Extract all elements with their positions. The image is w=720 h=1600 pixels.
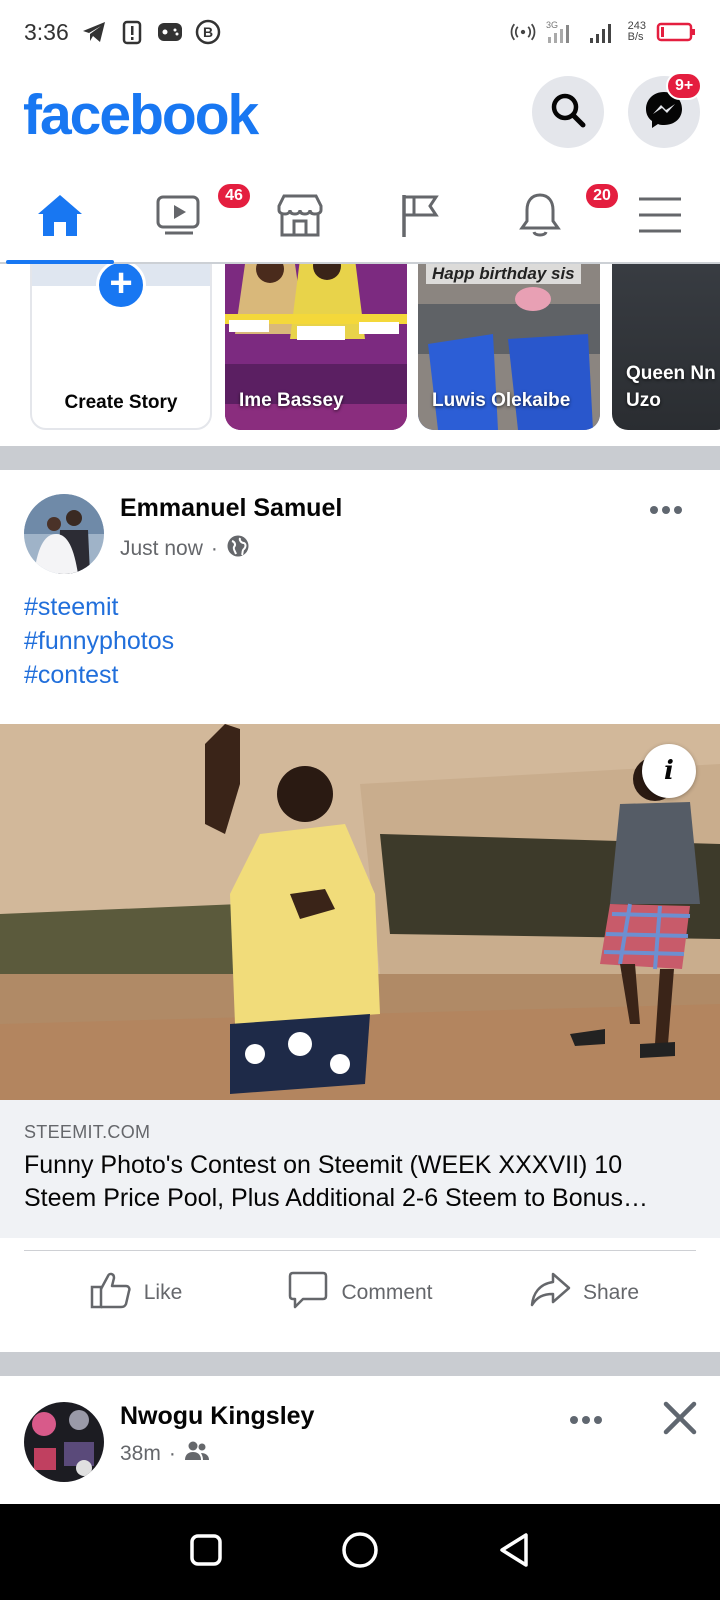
home-button[interactable] — [340, 1530, 380, 1575]
more-dot-icon — [594, 1416, 602, 1424]
like-button[interactable]: Like — [24, 1251, 248, 1334]
share-label: Share — [582, 1280, 640, 1304]
messenger-button[interactable]: 9+ — [628, 72, 703, 148]
create-story-label: Create Story — [64, 392, 178, 413]
facebook-logo[interactable]: facebook — [23, 82, 259, 148]
status-time: 3:36 — [24, 18, 69, 45]
story-card[interactable]: Ime Bassey — [225, 264, 407, 430]
tab-watch[interactable]: 46 — [120, 172, 252, 262]
bell-icon — [517, 191, 563, 244]
plus-icon: + — [96, 264, 146, 310]
feed-divider — [0, 446, 720, 470]
status-bar: 3:36 B 3G 243 B/s — [0, 0, 720, 64]
more-dot-icon — [662, 506, 670, 514]
battery-low-icon — [656, 19, 696, 45]
back-button[interactable] — [496, 1530, 532, 1575]
group-icon — [184, 1440, 210, 1468]
alert-icon — [119, 19, 145, 45]
tab-pages[interactable] — [360, 172, 480, 262]
signal-icon — [588, 19, 618, 45]
post-author-name[interactable]: Nwogu Kingsley — [120, 1402, 314, 1431]
thumbs-up-icon — [90, 1270, 132, 1316]
info-icon: i — [664, 756, 674, 786]
hotspot-icon — [510, 19, 536, 45]
like-label: Like — [143, 1280, 183, 1304]
tab-menu[interactable] — [600, 172, 720, 262]
comment-label: Comment — [341, 1280, 433, 1304]
stories-carousel: + Create Story Ime Bassey Happ birthday … — [0, 264, 720, 446]
more-dot-icon — [570, 1416, 578, 1424]
post-meta: 38m · — [120, 1440, 210, 1468]
hashtag-link[interactable]: #steemit — [24, 590, 174, 624]
shop-icon — [275, 192, 325, 243]
post-hashtags: #steemit #funnyphotos #contest — [24, 590, 174, 692]
link-preview-image[interactable]: i — [0, 724, 720, 1100]
hamburger-menu-icon — [637, 195, 683, 240]
network-speed: 243 B/s — [627, 20, 646, 43]
post-actions: Like Comment Share — [24, 1250, 696, 1334]
nav-tabs: 46 20 — [0, 172, 720, 264]
circle-icon — [342, 1531, 378, 1568]
create-story-card[interactable]: + Create Story — [30, 264, 212, 430]
more-dot-icon — [582, 1416, 590, 1424]
messenger-badge: 9+ — [666, 72, 703, 100]
hashtag-link[interactable]: #contest — [24, 658, 174, 692]
signal-3g-icon: 3G — [546, 19, 578, 45]
recents-button[interactable] — [188, 1532, 224, 1573]
comment-button[interactable]: Comment — [248, 1251, 472, 1334]
tab-marketplace[interactable] — [240, 172, 360, 262]
info-button[interactable]: i — [642, 744, 696, 798]
square-icon — [190, 1533, 222, 1566]
avatar[interactable] — [24, 1402, 104, 1482]
telegram-icon — [81, 19, 107, 45]
meta-separator: · — [210, 537, 218, 560]
story-card[interactable]: Queen Nn Uzo — [612, 264, 720, 430]
video-icon — [155, 193, 205, 242]
svg-text:B: B — [203, 24, 213, 40]
tab-home[interactable] — [0, 172, 120, 264]
share-icon — [529, 1270, 571, 1316]
post-meta: Just now · — [120, 534, 250, 564]
search-button[interactable] — [532, 76, 604, 148]
share-button[interactable]: Share — [472, 1251, 696, 1334]
globe-icon — [226, 534, 250, 564]
tab-notifications[interactable]: 20 — [480, 172, 620, 262]
post-timestamp[interactable]: 38m — [120, 1442, 161, 1466]
post-timestamp[interactable]: Just now — [120, 537, 203, 561]
more-dot-icon — [674, 506, 682, 514]
b-circle-icon: B — [195, 19, 221, 45]
post-options-button[interactable] — [650, 506, 682, 514]
post-author-name[interactable]: Emmanuel Samuel — [120, 494, 342, 523]
link-title: Funny Photo's Contest on Steemit (WEEK X… — [24, 1151, 648, 1212]
story-card[interactable]: Happ birthday sis Luwis Olekaibe — [418, 264, 600, 430]
feed-divider — [0, 1352, 720, 1376]
link-preview[interactable]: STEEMIT.COM Funny Photo's Contest on Ste… — [0, 1100, 720, 1238]
triangle-back-icon — [500, 1532, 528, 1567]
more-dot-icon — [650, 506, 658, 514]
story-author-name: Queen Nn Uzo — [626, 363, 716, 411]
gamepad-icon — [157, 19, 183, 45]
story-author-name: Ime Bassey — [239, 390, 344, 411]
close-icon[interactable] — [662, 1400, 698, 1441]
story-caption: Happ birthday sis — [426, 264, 581, 284]
system-nav-bar — [0, 1504, 720, 1600]
comment-icon — [287, 1270, 329, 1316]
post-options-button[interactable] — [570, 1416, 602, 1424]
meta-separator: · — [168, 1442, 176, 1465]
flag-icon — [398, 191, 442, 244]
svg-text:3G: 3G — [546, 20, 558, 30]
link-domain: STEEMIT.COM — [24, 1122, 151, 1142]
avatar[interactable] — [24, 494, 104, 574]
story-author-name: Luwis Olekaibe — [432, 390, 571, 411]
search-icon — [548, 90, 588, 135]
home-icon — [35, 192, 85, 243]
hashtag-link[interactable]: #funnyphotos — [24, 624, 174, 658]
app-header: facebook 9+ — [0, 72, 720, 156]
